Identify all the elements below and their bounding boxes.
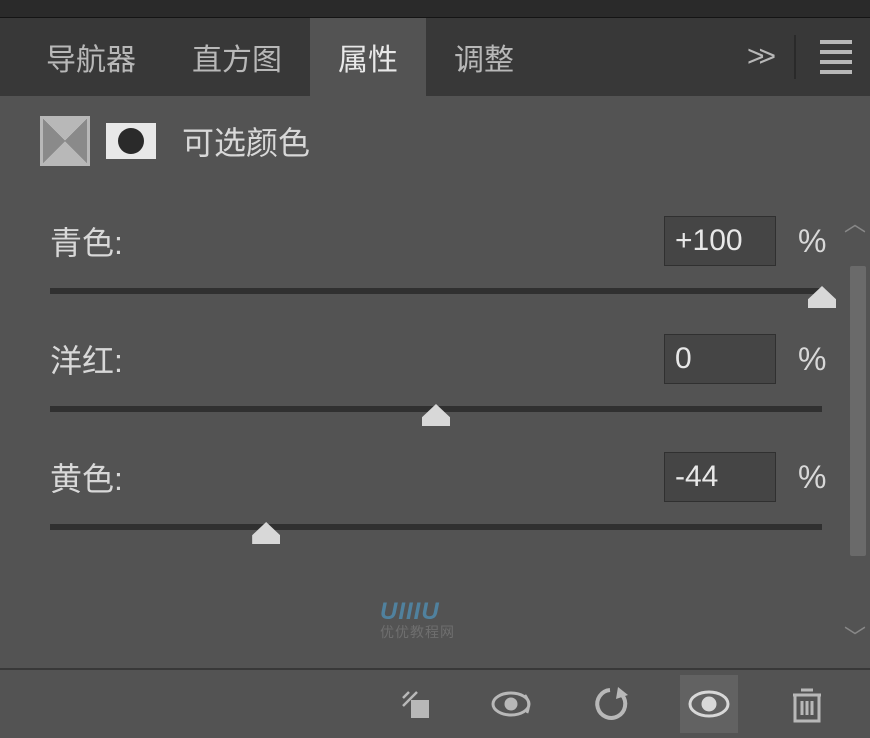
tab-histogram[interactable]: 直方图 bbox=[164, 18, 310, 96]
panel-footer bbox=[0, 668, 870, 738]
adjustment-title: 可选颜色 bbox=[182, 118, 310, 164]
tab-properties[interactable]: 属性 bbox=[310, 18, 426, 96]
slider-magenta-handle[interactable] bbox=[422, 404, 450, 426]
slider-cyan-unit: % bbox=[798, 223, 830, 260]
scrollbar[interactable]: ︿ ﹀ bbox=[840, 186, 870, 668]
collapse-chevrons-icon[interactable]: >> bbox=[747, 40, 770, 74]
tab-adjustments[interactable]: 调整 bbox=[426, 18, 542, 96]
watermark: UIIIU 优优教程网 bbox=[380, 598, 455, 642]
app-top-bar bbox=[0, 0, 870, 18]
slider-cyan-input[interactable] bbox=[664, 216, 776, 266]
slider-magenta-input[interactable] bbox=[664, 334, 776, 384]
scroll-thumb[interactable] bbox=[850, 266, 866, 556]
watermark-text: 优优教程网 bbox=[380, 622, 455, 642]
slider-yellow-track[interactable] bbox=[50, 524, 822, 530]
slider-yellow-unit: % bbox=[798, 459, 830, 496]
slider-yellow-label: 黄色: bbox=[50, 454, 664, 500]
slider-magenta-label: 洋红: bbox=[50, 336, 664, 382]
clip-to-layer-button[interactable] bbox=[386, 675, 444, 733]
slider-cyan-label: 青色: bbox=[50, 218, 664, 264]
slider-cyan-track[interactable] bbox=[50, 288, 822, 294]
delete-button[interactable] bbox=[778, 675, 836, 733]
slider-magenta: 洋红: % bbox=[50, 334, 830, 412]
slider-yellow-input[interactable] bbox=[664, 452, 776, 502]
panel-tabs: 导航器 直方图 属性 调整 >> bbox=[0, 18, 870, 96]
scroll-down-icon[interactable]: ﹀ bbox=[840, 600, 870, 662]
slider-cyan-handle[interactable] bbox=[808, 286, 836, 308]
divider bbox=[794, 35, 796, 79]
visibility-toggle-button[interactable] bbox=[680, 675, 738, 733]
tabs-right-controls: >> bbox=[747, 35, 852, 79]
properties-panel: 导航器 直方图 属性 调整 >> 可选颜色 青色: bbox=[0, 18, 870, 738]
tab-navigator[interactable]: 导航器 bbox=[18, 18, 164, 96]
sliders-area: 青色: % 洋红: % 黄色: % bbox=[0, 186, 870, 668]
adjustment-header: 可选颜色 bbox=[0, 96, 870, 186]
view-previous-button[interactable] bbox=[484, 675, 542, 733]
slider-yellow: 黄色: % bbox=[50, 452, 830, 530]
slider-magenta-unit: % bbox=[798, 341, 830, 378]
layer-mask-icon[interactable] bbox=[106, 123, 156, 159]
panel-menu-icon[interactable] bbox=[820, 40, 852, 74]
slider-cyan: 青色: % bbox=[50, 216, 830, 294]
reset-button[interactable] bbox=[582, 675, 640, 733]
selective-color-icon[interactable] bbox=[40, 116, 90, 166]
scroll-up-icon[interactable]: ︿ bbox=[840, 186, 870, 248]
slider-magenta-track[interactable] bbox=[50, 406, 822, 412]
slider-yellow-handle[interactable] bbox=[252, 522, 280, 544]
